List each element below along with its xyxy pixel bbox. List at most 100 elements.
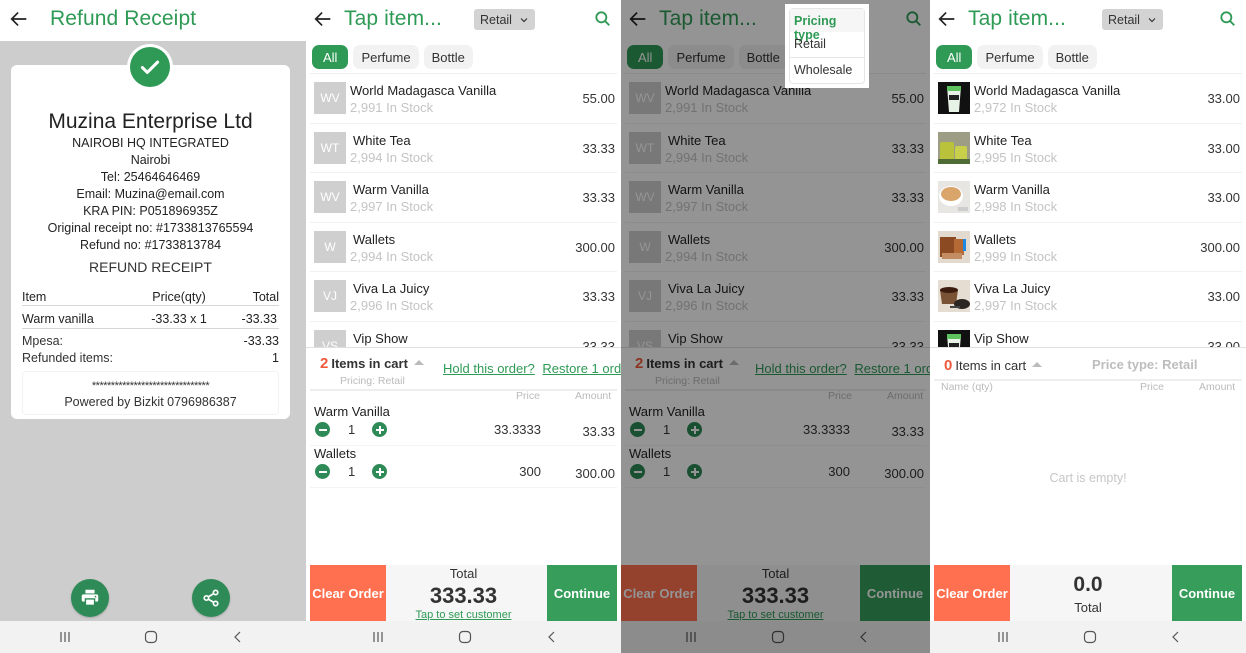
product-price: 55.00 [582, 91, 615, 106]
product-list[interactable]: WV World Madagasca Vanilla 2,991 In Stoc… [306, 74, 621, 347]
product-price: 300.00 [575, 239, 615, 255]
search-button[interactable] [593, 9, 613, 29]
company-name: Muzina Enterprise Ltd [48, 110, 253, 133]
receipt-footer: ******************************* Powered … [22, 371, 279, 415]
pricing-type-dropdown: Pricing type Retail Wholesale [785, 4, 869, 88]
product-photo-coffee [938, 181, 970, 213]
product-item[interactable]: WV World Madagasca Vanilla 2,991 In Stoc… [310, 74, 617, 124]
product-item[interactable]: VS Vip Show 33.33 [310, 322, 617, 347]
back-button[interactable] [312, 8, 334, 30]
pricing-type-select[interactable]: Retail [1102, 9, 1163, 30]
system-back-button[interactable] [1168, 629, 1184, 645]
product-item[interactable]: W Wallets 2,994 In Stock 300.00 [310, 223, 617, 272]
home-button[interactable] [457, 629, 473, 645]
cart-header[interactable]: 2 Items in cart Pricing: Retail Hold this… [306, 347, 621, 389]
system-back-button[interactable] [544, 629, 560, 645]
chip-all[interactable]: All [936, 45, 973, 69]
cart-item-qty[interactable]: 1 [348, 464, 355, 479]
product-item[interactable]: VJ Viva La Juicy 2,996 In Stock 33.33 [310, 272, 617, 322]
column-amount: Amount [1199, 381, 1236, 393]
product-item[interactable]: Wallets 2,999 In Stock 300.00 [934, 223, 1242, 272]
cart-item-price[interactable]: 33.3333 [494, 422, 541, 437]
share-button[interactable] [192, 579, 230, 617]
branch-name: NAIROBI HQ INTEGRATED [72, 136, 229, 150]
caret-up-icon[interactable] [1032, 362, 1043, 368]
continue-button[interactable]: Continue [547, 565, 617, 621]
line-item-total: -33.33 [241, 311, 277, 326]
cart-item-qty[interactable]: 1 [348, 422, 355, 437]
product-item[interactable]: Vip Show 33.00 [934, 322, 1242, 347]
recent-apps-button[interactable] [57, 629, 73, 645]
continue-button[interactable]: Continue [1172, 565, 1242, 621]
empty-cart-message: Cart is empty! [1049, 471, 1127, 485]
search-button[interactable] [1218, 9, 1238, 29]
decrease-qty-button[interactable] [315, 422, 330, 437]
refunded-items-row: Refunded items: 1 [22, 349, 279, 366]
back-button[interactable] [8, 8, 30, 30]
recent-apps-icon [60, 632, 70, 642]
pos-screen-pricing-dropdown: Tap item... All Perfume Bottle WV World … [621, 0, 930, 653]
option-wholesale[interactable]: Wholesale [790, 57, 864, 82]
product-stock: 2,997 In Stock [350, 199, 434, 214]
cart-item-price[interactable]: 300 [519, 464, 541, 479]
print-button[interactable] [71, 579, 109, 617]
powered-by: Powered by Bizkit 0796986387 [64, 395, 237, 409]
product-item[interactable]: Viva La Juicy 2,997 In Stock 33.00 [934, 272, 1242, 322]
divider [310, 389, 617, 391]
chip-perfume[interactable]: Perfume [977, 45, 1043, 69]
product-price: 33.00 [1207, 91, 1240, 106]
chip-bottle[interactable]: Bottle [1047, 45, 1097, 69]
chip-bottle[interactable]: Bottle [423, 45, 473, 69]
restore-order-link[interactable]: Restore 1 order [542, 361, 621, 376]
receipt-line-item: Warm vanilla -33.33 x 1 -33.33 [22, 309, 279, 329]
chip-all[interactable]: All [312, 45, 349, 69]
header-price-qty: Price(qty) [152, 290, 206, 304]
decrease-qty-button[interactable] [315, 464, 330, 479]
product-item[interactable]: WV Warm Vanilla 2,997 In Stock 33.33 [310, 173, 617, 223]
home-icon [458, 630, 472, 644]
product-list[interactable]: World Madagasca Vanilla 2,972 In Stock 3… [930, 74, 1246, 347]
product-price: 33.00 [1207, 140, 1240, 156]
product-item[interactable]: Warm Vanilla 2,998 In Stock 33.00 [934, 173, 1242, 223]
hold-order-link[interactable]: Hold this order? [443, 361, 535, 376]
recent-apps-button[interactable] [995, 629, 1011, 645]
telephone: Tel: 25464646469 [100, 170, 201, 184]
product-stock: 2,972 In Stock [974, 100, 1058, 115]
cart-count-number: 2 [320, 355, 329, 372]
category-filter: All Perfume Bottle [936, 45, 1097, 69]
line-item-name: Warm vanilla [22, 311, 94, 326]
modal-scrim[interactable] [621, 0, 930, 653]
product-name: Wallets [353, 231, 396, 247]
system-nav-bar [0, 621, 306, 653]
header-item: Item [22, 290, 47, 304]
home-button[interactable] [1082, 629, 1098, 645]
arrow-left-icon [10, 11, 27, 27]
product-price: 33.33 [582, 190, 615, 205]
pricing-type-select[interactable]: Retail [474, 9, 535, 30]
product-price: 300.00 [1200, 239, 1240, 255]
pricing-type-value: Retail [480, 12, 512, 27]
back-button[interactable] [936, 8, 958, 30]
product-item[interactable]: World Madagasca Vanilla 2,972 In Stock 3… [934, 74, 1242, 124]
increase-qty-button[interactable] [372, 464, 387, 479]
category-filter: All Perfume Bottle [312, 45, 473, 69]
system-back-button[interactable] [230, 629, 246, 645]
product-price: 33.00 [1207, 190, 1240, 205]
home-button[interactable] [143, 629, 159, 645]
product-item[interactable]: White Tea 2,995 In Stock 33.00 [934, 124, 1242, 173]
column-name-qty: Name (qty) [941, 381, 993, 393]
caret-up-icon[interactable] [413, 360, 424, 366]
recent-apps-button[interactable] [370, 629, 386, 645]
city: Nairobi [130, 153, 171, 167]
recent-apps-icon [373, 632, 383, 642]
success-badge [127, 44, 173, 90]
chip-perfume[interactable]: Perfume [353, 45, 419, 69]
column-amount: Amount [575, 390, 612, 402]
increase-qty-button[interactable] [372, 422, 387, 437]
product-initials-thumb: VS [314, 329, 346, 347]
summary-label: Refunded items: [22, 350, 114, 365]
product-name: World Madagasca Vanilla [974, 83, 1121, 98]
system-nav-bar [306, 621, 621, 653]
product-price: 33.33 [582, 289, 615, 304]
product-item[interactable]: WT White Tea 2,994 In Stock 33.33 [310, 124, 617, 173]
